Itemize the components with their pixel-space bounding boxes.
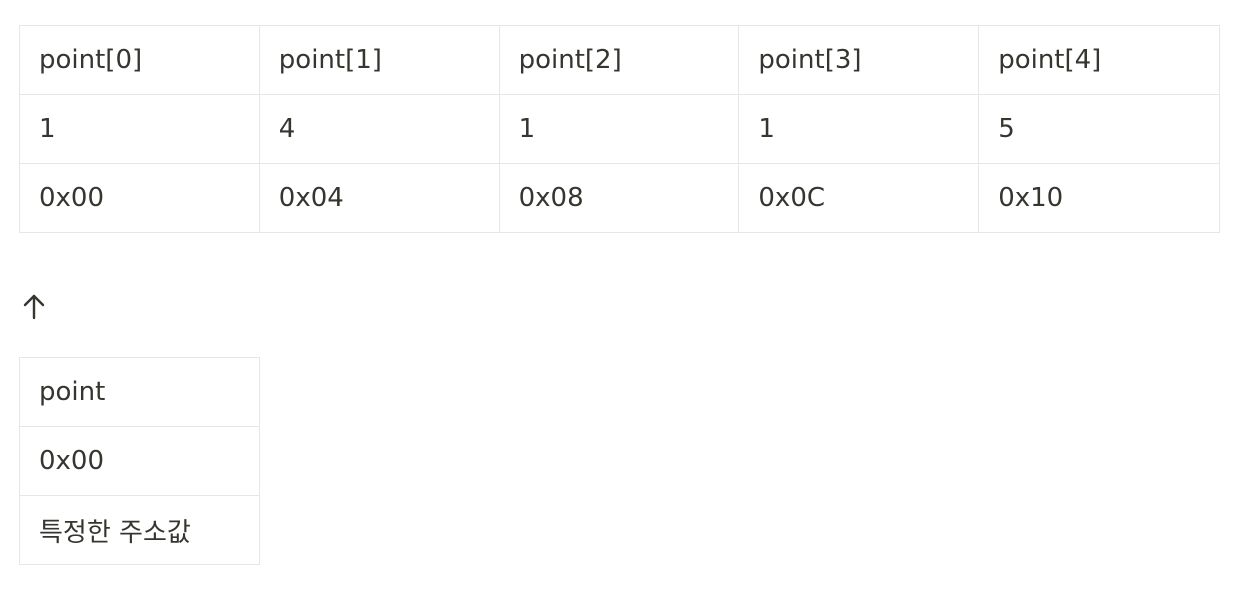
pointer-address-row: 0x00 [19, 426, 260, 496]
array-header-cell: point[4] [978, 25, 1220, 95]
pointer-description-row: 특정한 주소값 [19, 495, 260, 565]
array-value-cell: 4 [258, 94, 500, 164]
array-table: point[0] point[1] point[2] point[3] poin… [19, 25, 1220, 233]
array-header-row: point[0] point[1] point[2] point[3] poin… [19, 25, 1220, 95]
array-header-cell: point[2] [498, 25, 740, 95]
array-address-cell: 0x08 [498, 163, 740, 233]
pointer-table: point 0x00 특정한 주소값 [19, 357, 260, 565]
array-value-cell: 1 [738, 94, 980, 164]
array-header-cell: point[1] [258, 25, 500, 95]
array-address-cell: 0x10 [978, 163, 1220, 233]
array-header-cell: point[0] [19, 25, 260, 95]
array-value-row: 1 4 1 1 5 [19, 94, 1220, 164]
pointer-name-row: point [19, 357, 260, 427]
array-value-cell: 1 [19, 94, 260, 164]
array-address-cell: 0x0C [738, 163, 980, 233]
array-address-row: 0x00 0x04 0x08 0x0C 0x10 [19, 163, 1220, 233]
pointer-name-cell: point [19, 357, 260, 427]
array-header-cell: point[3] [738, 25, 980, 95]
arrow-up-icon [23, 294, 45, 320]
array-value-cell: 5 [978, 94, 1220, 164]
array-value-cell: 1 [498, 94, 740, 164]
array-address-cell: 0x00 [19, 163, 260, 233]
array-address-cell: 0x04 [258, 163, 500, 233]
pointer-description-cell: 특정한 주소값 [19, 495, 260, 565]
pointer-address-cell: 0x00 [19, 426, 260, 496]
